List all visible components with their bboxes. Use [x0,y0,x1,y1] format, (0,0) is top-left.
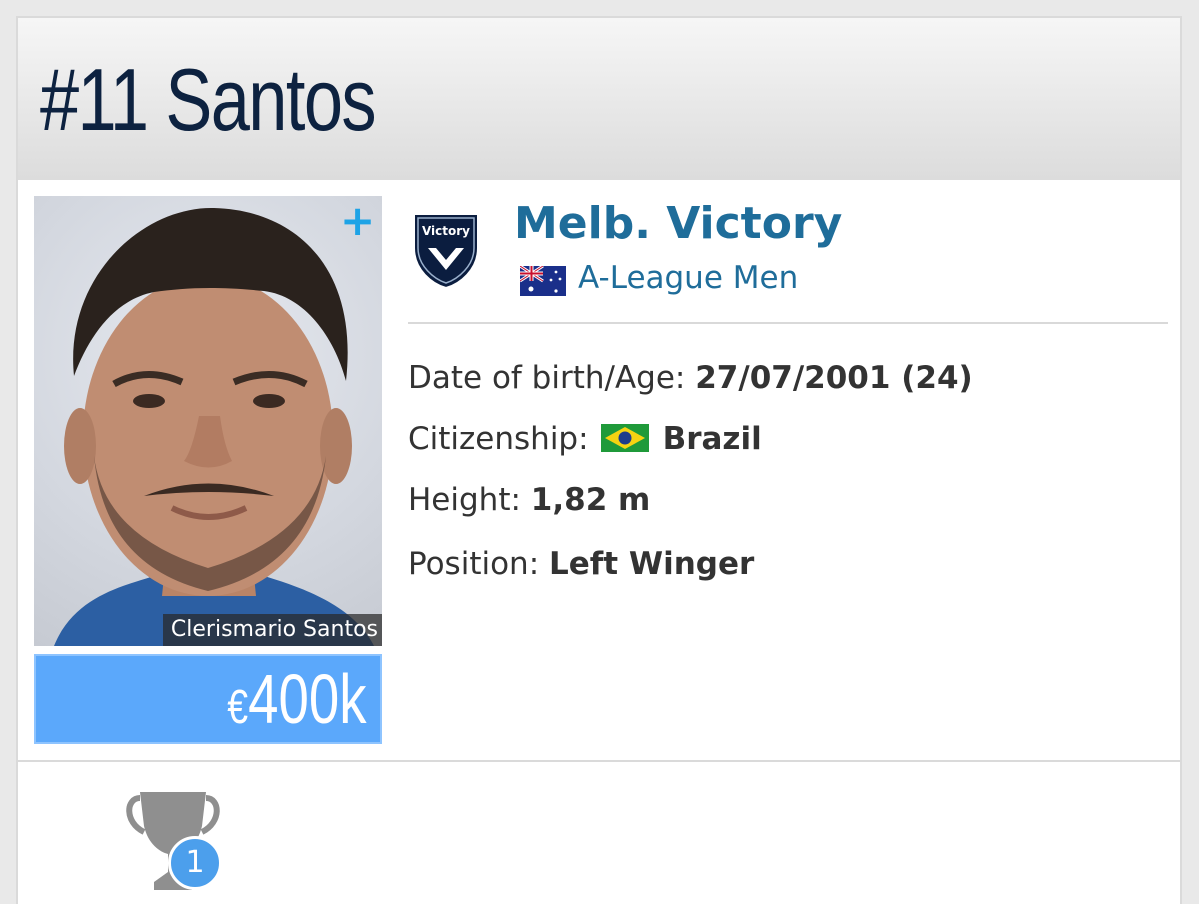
position-label: Position: [408,546,540,582]
citizenship-row: Citizenship: Brazil [408,421,762,457]
player-header: #11 Santos [18,18,1180,180]
height-label: Height: [408,482,521,518]
add-photo-plus-icon[interactable]: + [340,200,375,242]
trophy-count-badge: 1 [168,836,222,890]
citizenship-label: Citizenship: [408,421,589,457]
height-value: 1,82 m [530,482,651,518]
brazil-flag-icon [600,423,649,452]
player-photo[interactable]: + Clerismario Santos [34,196,382,646]
page-title: #11 Santos [40,50,377,149]
australia-flag-icon [520,266,566,296]
date-of-birth-row: Date of birth/Age: 27/07/2001 (24) [408,360,973,396]
market-value-box[interactable]: €400k [34,654,382,744]
market-value-currency: € [226,681,248,734]
player-portrait-image [54,207,374,646]
section-divider [408,322,1168,324]
position-row: Position: Left Winger [408,546,754,582]
dob-label: Date of birth/Age: [408,360,686,396]
league-name-link[interactable]: A-League Men [578,260,798,296]
club-name-link[interactable]: Melb. Victory [514,198,842,249]
market-value: €400k [227,664,366,734]
dob-value[interactable]: 27/07/2001 (24) [695,360,972,396]
position-value: Left Winger [549,546,755,582]
player-card: #11 Santos + Clerismario Santos €400k Vi… [16,16,1182,904]
citizenship-value[interactable]: Brazil [663,421,762,457]
player-full-name-caption: Clerismario Santos [162,614,382,646]
crest-text: Victory [422,224,470,238]
melbourne-victory-crest-icon[interactable]: Victory [410,208,482,290]
achievements-divider [18,760,1180,762]
market-value-amount: 400k [247,660,366,738]
height-row: Height: 1,82 m [408,482,650,518]
